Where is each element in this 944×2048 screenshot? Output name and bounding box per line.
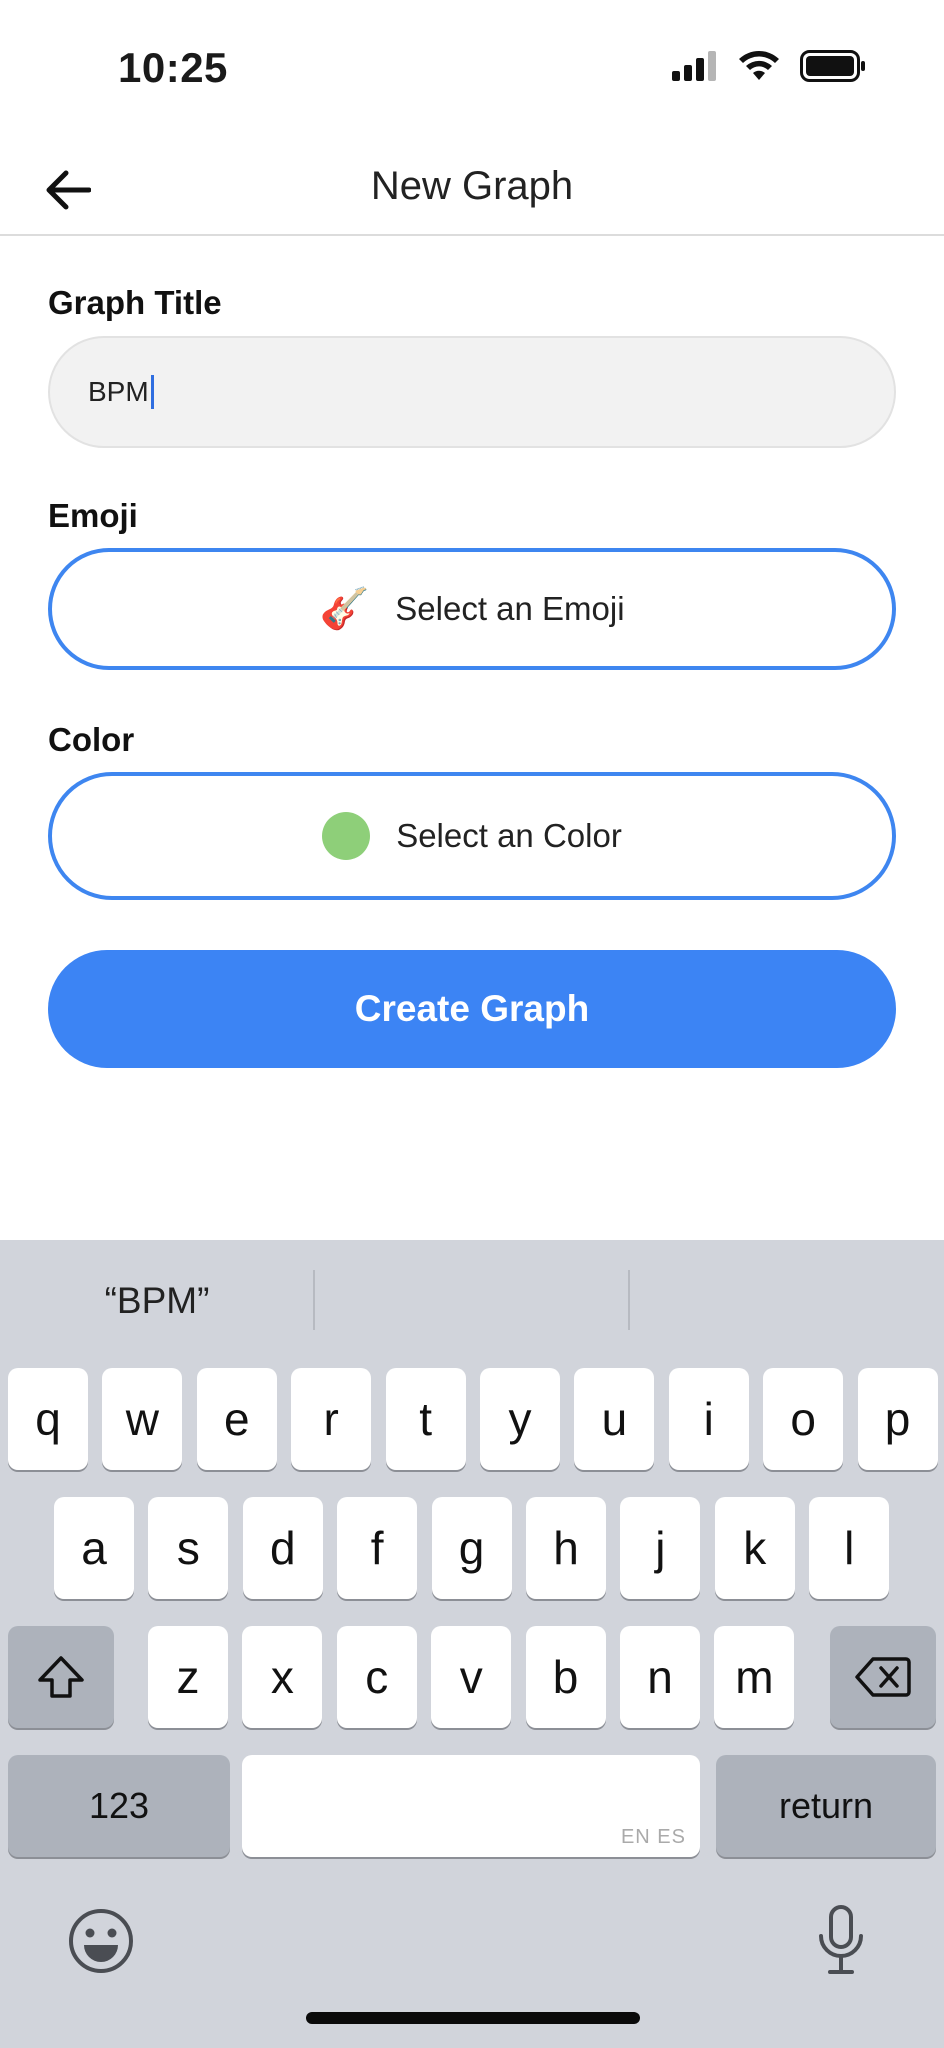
key-m[interactable]: m <box>714 1626 795 1728</box>
key-r[interactable]: r <box>291 1368 372 1470</box>
shift-icon <box>38 1656 84 1698</box>
create-graph-button[interactable]: Create Graph <box>48 950 896 1068</box>
suggestion-item[interactable]: “BPM” <box>0 1280 314 1322</box>
status-bar: 10:25 <box>0 0 944 130</box>
backspace-icon <box>855 1657 911 1697</box>
key-j[interactable]: j <box>620 1497 701 1599</box>
key-l[interactable]: l <box>809 1497 890 1599</box>
shift-key[interactable] <box>8 1626 114 1728</box>
graph-title-label: Graph Title <box>48 284 222 321</box>
suggestion-bar: “BPM” <box>0 1240 944 1360</box>
key-q[interactable]: q <box>8 1368 88 1470</box>
space-key[interactable]: EN ES <box>242 1755 700 1857</box>
delete-key[interactable] <box>830 1626 936 1728</box>
key-u[interactable]: u <box>574 1368 655 1470</box>
key-t[interactable]: t <box>385 1368 466 1470</box>
home-indicator <box>306 2012 640 2024</box>
color-label: Color <box>48 721 135 758</box>
key-s[interactable]: s <box>148 1497 229 1599</box>
microphone-icon[interactable] <box>804 1900 878 1980</box>
numbers-key[interactable]: 123 <box>8 1755 230 1857</box>
key-x[interactable]: x <box>242 1626 323 1728</box>
cellular-signal-icon <box>672 51 716 81</box>
key-f[interactable]: f <box>337 1497 418 1599</box>
key-a[interactable]: a <box>54 1497 134 1599</box>
key-c[interactable]: c <box>336 1626 417 1728</box>
select-emoji-button[interactable]: 🎸 Select an Emoji <box>48 548 896 670</box>
space-language-label: EN ES <box>620 1826 686 1848</box>
select-emoji-label: Select an Emoji <box>395 590 625 627</box>
key-z[interactable]: z <box>148 1626 228 1728</box>
key-g[interactable]: g <box>431 1497 512 1599</box>
key-v[interactable]: v <box>431 1626 512 1728</box>
guitar-icon: 🎸 <box>319 587 370 631</box>
keyboard: “BPM” q w e r t y u i o p a s d f g h j k l z x c v b n m 123 EN ES… <box>0 1240 944 2048</box>
return-key[interactable]: return <box>716 1755 936 1857</box>
key-y[interactable]: y <box>480 1368 560 1470</box>
key-n[interactable]: n <box>620 1626 700 1728</box>
status-icons <box>672 50 866 82</box>
graph-title-value: BPM <box>88 376 149 407</box>
status-time: 10:25 <box>118 44 228 91</box>
key-h[interactable]: h <box>526 1497 606 1599</box>
emoji-keyboard-icon[interactable] <box>64 1904 138 1978</box>
select-color-label: Select an Color <box>396 817 622 854</box>
text-caret <box>150 375 154 409</box>
color-swatch <box>322 812 371 860</box>
key-k[interactable]: k <box>714 1497 795 1599</box>
key-o[interactable]: o <box>763 1368 844 1470</box>
key-p[interactable]: p <box>857 1368 938 1470</box>
graph-title-input[interactable]: BPM <box>48 336 896 448</box>
key-b[interactable]: b <box>525 1626 606 1728</box>
select-color-button[interactable]: Select an Color <box>48 772 896 900</box>
wifi-icon <box>739 51 779 80</box>
key-w[interactable]: w <box>102 1368 183 1470</box>
emoji-label: Emoji <box>48 497 138 534</box>
key-e[interactable]: e <box>196 1368 277 1470</box>
suggestion-divider <box>313 1270 315 1330</box>
key-d[interactable]: d <box>242 1497 323 1599</box>
navigation-header: New Graph <box>0 140 944 236</box>
battery-icon <box>800 50 865 82</box>
suggestion-divider <box>628 1270 630 1330</box>
page-title: New Graph <box>370 164 574 208</box>
key-i[interactable]: i <box>668 1368 749 1470</box>
